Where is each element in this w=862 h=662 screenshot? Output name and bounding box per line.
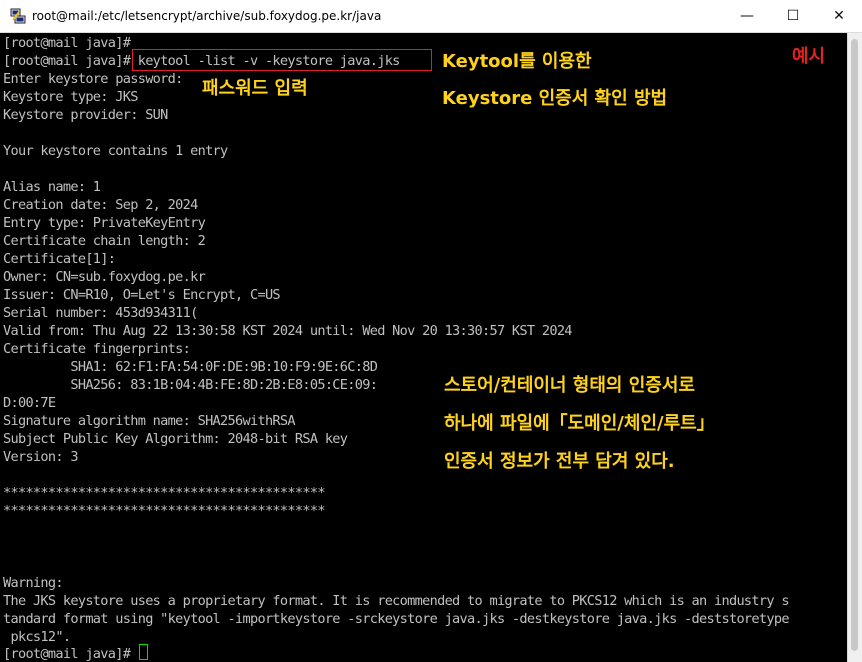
terminal-line: ****************************************… [3, 485, 326, 501]
close-icon: ✕ [833, 8, 845, 24]
terminal-line: Serial number: 453d934311( [3, 305, 198, 321]
maximize-button[interactable]: ☐ [770, 0, 816, 32]
terminal-line: Subject Public Key Algorithm: 2048-bit R… [3, 431, 348, 447]
terminal-line: tandard format using "keytool -importkey… [3, 611, 790, 627]
terminal-line: D:00:7E [3, 395, 56, 411]
terminal-line: Signature algorithm name: SHA256withRSA [3, 413, 296, 429]
terminal-window: root@mail:/etc/letsencrypt/archive/sub.f… [0, 0, 862, 662]
minimize-icon: — [740, 8, 754, 24]
annotation-note-line2: 하나에 파일에「도메인/체인/루트」 [444, 413, 715, 434]
annotation-password-input: 패스워드 입력 [202, 78, 308, 99]
terminal-line: Creation date: Sep 2, 2024 [3, 197, 198, 213]
text-cursor [138, 644, 148, 660]
annotation-note-line3: 인증서 정보가 전부 담겨 있다. [444, 451, 675, 472]
terminal-line: Issuer: CN=R10, O=Let's Encrypt, C=US [3, 287, 281, 303]
terminal-line: Alias name: 1 [3, 179, 101, 195]
terminal-line: Keystore provider: SUN [3, 107, 168, 123]
annotation-example: 예시 [792, 46, 826, 67]
command-highlight-box [132, 49, 432, 71]
title-bar[interactable]: root@mail:/etc/letsencrypt/archive/sub.f… [0, 0, 862, 33]
annotation-title-line1: Keytool를 이용한 [442, 51, 592, 72]
terminal-line: Certificate[1]: [3, 251, 116, 267]
terminal-line: Certificate fingerprints: [3, 341, 191, 357]
terminal-line: Entry type: PrivateKeyEntry [3, 215, 206, 231]
putty-icon[interactable] [10, 8, 26, 24]
terminal-prompt: [root@mail java]# [3, 646, 138, 662]
maximize-icon: ☐ [786, 8, 800, 24]
terminal-line: [root@mail java]# [3, 35, 131, 51]
scrollbar-thumb[interactable] [851, 39, 858, 651]
window-title: root@mail:/etc/letsencrypt/archive/sub.f… [32, 9, 382, 23]
terminal-line: The JKS keystore uses a proprietary form… [3, 593, 790, 609]
minimize-button[interactable]: — [724, 0, 770, 32]
terminal-line: Warning: [3, 575, 64, 591]
terminal-line: Certificate chain length: 2 [3, 233, 206, 249]
terminal-output[interactable]: [root@mail java]# [root@mail java]# keyt… [0, 33, 848, 662]
terminal-line: Your keystore contains 1 entry [3, 143, 228, 159]
terminal-line: Owner: CN=sub.foxydog.pe.kr [3, 269, 206, 285]
terminal-line: Enter keystore password: [3, 71, 183, 87]
terminal-line: SHA256: 83:1B:04:4B:FE:8D:2B:E8:05:CE:09… [3, 377, 378, 393]
terminal-line: SHA1: 62:F1:FA:54:0F:DE:9B:10:F9:9E:6C:8… [3, 359, 378, 375]
terminal-line: ****************************************… [3, 503, 326, 519]
terminal-line: Valid from: Thu Aug 22 13:30:58 KST 2024… [3, 323, 572, 339]
close-button[interactable]: ✕ [816, 0, 862, 32]
annotation-title-line2: Keystore 인증서 확인 방법 [442, 88, 668, 109]
vertical-scrollbar[interactable] [847, 33, 862, 662]
terminal-prompt-line[interactable]: [root@mail java]# [3, 644, 148, 662]
terminal-line: Keystore type: JKS [3, 89, 138, 105]
annotation-note-line1: 스토어/컨테이너 형태의 인증서로 [444, 375, 695, 396]
terminal-line: Version: 3 [3, 449, 79, 465]
